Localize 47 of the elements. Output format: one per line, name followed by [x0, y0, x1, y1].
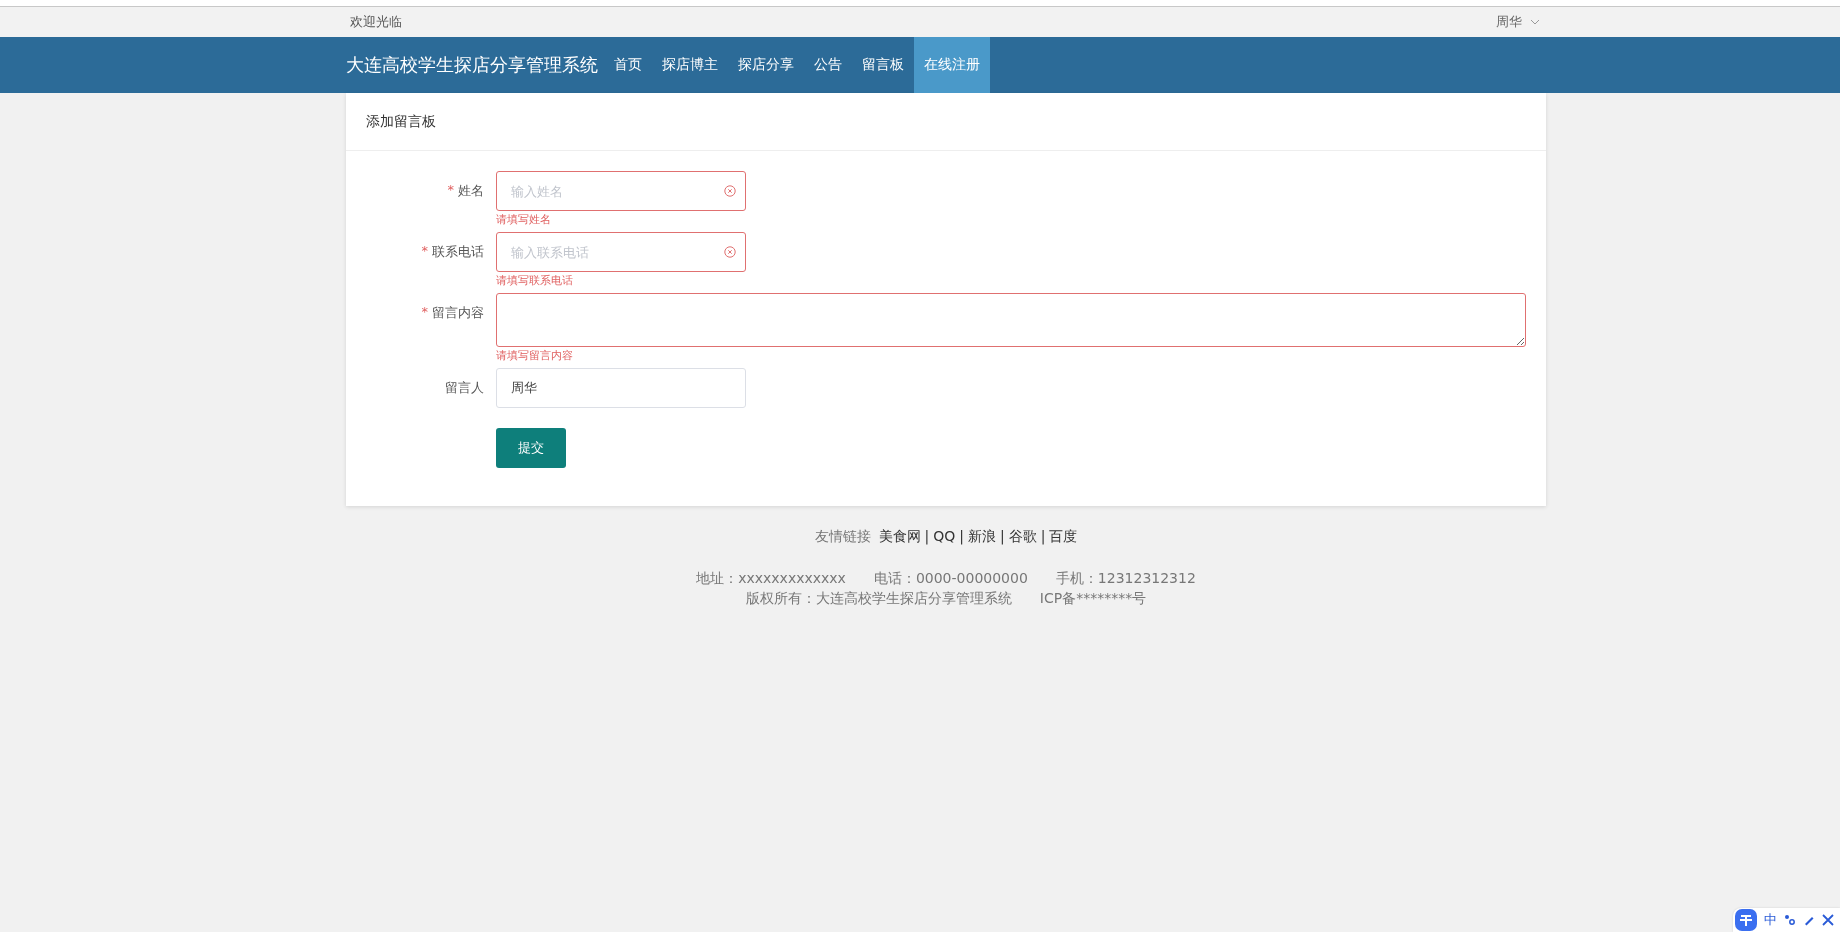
clear-icon[interactable]	[724, 185, 736, 197]
nav-item[interactable]: 探店分享	[728, 37, 804, 93]
nav-item[interactable]: 公告	[804, 37, 852, 93]
icp-text: ICP备********号	[1039, 589, 1147, 608]
field-label: 留言内容	[432, 304, 484, 322]
separator: |	[924, 528, 930, 546]
copyright-text: 版权所有：大连高校学生探店分享管理系统	[745, 589, 1012, 608]
punctuation-icon[interactable]	[1784, 914, 1796, 926]
nav-item[interactable]: 留言板	[852, 37, 914, 93]
footer-link[interactable]: QQ	[933, 528, 956, 546]
caret-icon	[1530, 19, 1540, 25]
input-field[interactable]: 输入姓名	[496, 171, 746, 211]
site-title: 大连高校学生探店分享管理系统	[346, 53, 598, 77]
welcome-text: 欢迎光临	[350, 13, 402, 31]
footer-link[interactable]: 新浪	[968, 528, 996, 546]
required-mark: *	[447, 182, 454, 197]
submit-button[interactable]: 提交	[496, 428, 566, 468]
input-field[interactable]: 输入联系电话	[496, 232, 746, 272]
card-title: 添加留言板	[366, 112, 436, 131]
links-label: 友情链接	[814, 528, 871, 546]
input-field[interactable]: 周华	[496, 368, 746, 408]
field-label: 姓名	[458, 182, 484, 200]
required-mark: *	[421, 304, 428, 319]
footer-link[interactable]: 美食网	[878, 528, 921, 546]
separator: |	[1000, 528, 1005, 546]
nav-item[interactable]: 首页	[604, 37, 652, 93]
ime-logo-icon[interactable]	[1735, 909, 1757, 931]
address-text: 地址：xxxxxxxxxxxxx	[696, 569, 846, 588]
user-menu[interactable]: 周华	[1496, 13, 1540, 31]
error-message: 请填写联系电话	[496, 273, 574, 289]
input-mode-text[interactable]: 中	[1764, 912, 1777, 928]
error-message: 请填写留言内容	[496, 348, 574, 364]
required-mark: *	[421, 243, 428, 258]
phone-text: 电话：0000-00000000	[873, 569, 1028, 588]
mobile-text: 手机：12312312312	[1055, 569, 1196, 588]
field-label: 留言人	[445, 379, 484, 397]
footer-link[interactable]: 百度	[1049, 528, 1078, 546]
field-label: 联系电话	[432, 243, 484, 261]
separator: |	[959, 528, 964, 546]
separator: |	[1040, 528, 1046, 546]
nav-item[interactable]: 在线注册	[914, 37, 990, 93]
text-area[interactable]	[496, 293, 1526, 347]
clear-icon[interactable]	[724, 246, 736, 258]
footer-link[interactable]: 谷歌	[1008, 528, 1037, 546]
error-message: 请填写姓名	[496, 212, 552, 228]
nav-item[interactable]: 探店博主	[652, 37, 728, 93]
pencil-icon[interactable]	[1803, 914, 1815, 926]
